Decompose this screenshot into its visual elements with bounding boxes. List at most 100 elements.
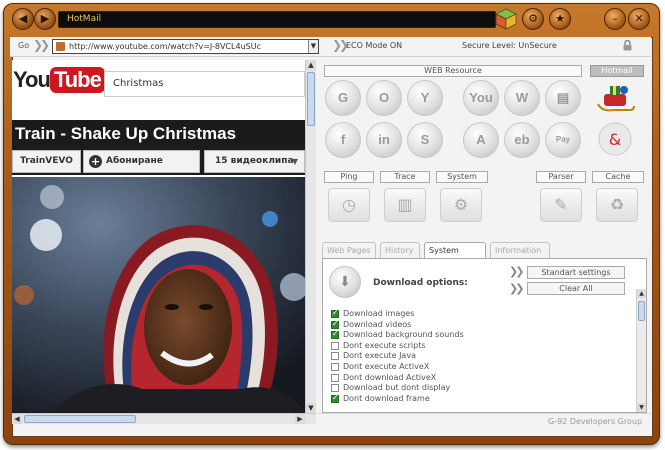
checkbox[interactable] [331,362,339,371]
ping-clock-icon[interactable]: ◷ [328,188,370,222]
youtube-logo[interactable]: You Tube [13,67,105,97]
scroll-up-arrow[interactable]: ▲ [306,60,316,70]
option-label: Dont execute scripts [343,340,426,350]
channel-button[interactable]: TrainVEVO [12,150,81,173]
download-options-list: Download images Download videos Download… [331,308,631,405]
parser-label[interactable]: Parser [536,171,586,183]
plus-icon: + [89,155,102,168]
linkedin-icon[interactable]: in [366,122,402,158]
option-label: Dont download ActiveX [343,372,437,382]
checkbox[interactable] [331,341,339,350]
chevron-down-icon: ▼ [291,157,298,166]
document-icon[interactable]: ▤ [545,80,581,116]
cache-label[interactable]: Cache [592,171,644,183]
tools-panel: WEB Resource Hotmail G O Y You W ▤ f in … [318,58,651,432]
hotmail-sleigh-icon[interactable] [594,80,636,116]
trace-chart-icon[interactable]: ▥ [384,188,426,222]
youtube-logo-you: You [13,67,51,92]
bokeh-light [30,219,62,251]
clips-label: 15 видеоклипа [215,156,294,166]
checkbox[interactable] [331,329,339,340]
options-vertical-scrollbar[interactable]: ▲ ▼ [636,289,646,412]
option-download-but-dont-display[interactable]: Download but dont display [331,383,631,394]
star-button[interactable]: ★ [549,8,571,30]
ebay-icon[interactable]: eb [504,122,540,158]
facebook-icon[interactable]: f [325,122,361,158]
forward-button[interactable]: ▶ [34,8,56,30]
checkbox[interactable] [331,319,339,329]
parser-pen-icon[interactable]: ✎ [540,188,582,222]
checkbox[interactable] [331,393,339,403]
option-dont-execute-scripts[interactable]: Dont execute scripts [331,341,631,352]
lock-icon [623,40,632,51]
system-gear-icon[interactable]: ⚙ [440,188,482,222]
cache-recycle-icon[interactable]: ♻ [596,188,638,222]
ping-label[interactable]: Ping [324,171,374,183]
scroll-right-arrow[interactable]: ▶ [295,414,305,424]
web-view[interactable]: You Tube Christmas Train - Shake Up Chris… [12,60,305,413]
option-dont-execute-java[interactable]: Dont execute Java [331,351,631,362]
checkbox[interactable] [331,308,339,318]
compass-icon[interactable]: A [463,122,499,158]
clips-dropdown[interactable]: 15 видеоклипа ▼ [204,150,305,173]
hotmail-section-label[interactable]: Hotmail [590,65,644,77]
url-text: http://www.youtube.com/watch?v=J-8VCL4uS… [69,42,261,51]
paypal-icon[interactable]: Pay [545,122,581,158]
tab-information[interactable]: Information [490,242,550,258]
webview-vertical-scrollbar[interactable]: ▲ ▼ [305,60,316,413]
video-player[interactable] [12,177,305,413]
opera-icon[interactable]: O [366,80,402,116]
chevron-right-icon: ❯❯ [509,282,525,295]
tab-system-tools[interactable]: System Tools [424,242,486,270]
tab-history[interactable]: History [380,242,420,258]
scroll-left-arrow[interactable]: ◀ [12,414,22,424]
go-label[interactable]: Go [18,41,29,50]
svg-text:&: & [609,130,621,149]
youtube-logo-tube: Tube [49,67,105,93]
window-title: HotMail [58,11,496,28]
option-download-background-sounds[interactable]: Download background sounds [331,329,631,341]
youtube-icon[interactable]: You [463,80,499,116]
option-dont-execute-activex[interactable]: Dont execute ActiveX [331,362,631,373]
option-download-videos[interactable]: Download videos [331,319,631,331]
favicon-icon [56,42,65,51]
scroll-thumb[interactable] [638,301,645,321]
tab-web-pages[interactable]: Web Pages [322,242,376,258]
yahoo-icon[interactable]: Y [407,80,443,116]
standart-settings-button[interactable]: Standart settings [527,266,625,279]
cube-icon[interactable] [494,7,518,31]
google-icon[interactable]: G [325,80,361,116]
checkbox[interactable] [331,373,339,382]
download-globe-icon: ⬇ [329,266,361,298]
system-label[interactable]: System [436,171,488,183]
youtube-search-input[interactable]: Christmas [104,71,305,97]
back-button[interactable]: ◀ [12,8,34,30]
go-chevron-icon[interactable]: ❯❯ [33,38,50,52]
scroll-thumb[interactable] [307,72,315,126]
option-dont-download-activex[interactable]: Dont download ActiveX [331,373,631,384]
close-button[interactable]: ✕ [628,8,650,30]
settings-gear-button[interactable]: ⚙ [522,8,544,30]
scroll-down-arrow[interactable]: ▼ [637,403,646,412]
trace-label[interactable]: Trace [380,171,430,183]
wordpress-icon[interactable]: W [504,80,540,116]
webview-horizontal-scrollbar[interactable]: ◀ ▶ [12,413,316,424]
minimize-button[interactable]: – [604,8,626,30]
scroll-down-arrow[interactable]: ▼ [306,403,316,413]
skype-icon[interactable]: S [407,122,443,158]
checkbox[interactable] [331,352,339,361]
hotmail-gift-icon[interactable]: & [596,120,634,158]
tab-bar: Web Pages History System Tools Informati… [322,242,647,270]
clear-all-button[interactable]: Clear All [527,282,625,295]
option-dont-download-frame[interactable]: Dont download frame [331,393,631,405]
scroll-thumb-horizontal[interactable] [24,415,136,423]
url-input[interactable]: http://www.youtube.com/watch?v=J-8VCL4uS… [52,39,319,54]
eco-mode-label[interactable]: ECO Mode ON [346,41,402,50]
checkbox[interactable] [331,384,339,393]
url-dropdown-button[interactable]: ▼ [308,40,318,53]
subscribe-label: Абониране [106,156,163,166]
eco-chevron-icon[interactable]: ❯❯ [332,38,349,52]
option-download-images[interactable]: Download images [331,308,631,320]
subscribe-button[interactable]: + Абониране [83,150,200,173]
scroll-up-arrow[interactable]: ▲ [637,289,646,298]
